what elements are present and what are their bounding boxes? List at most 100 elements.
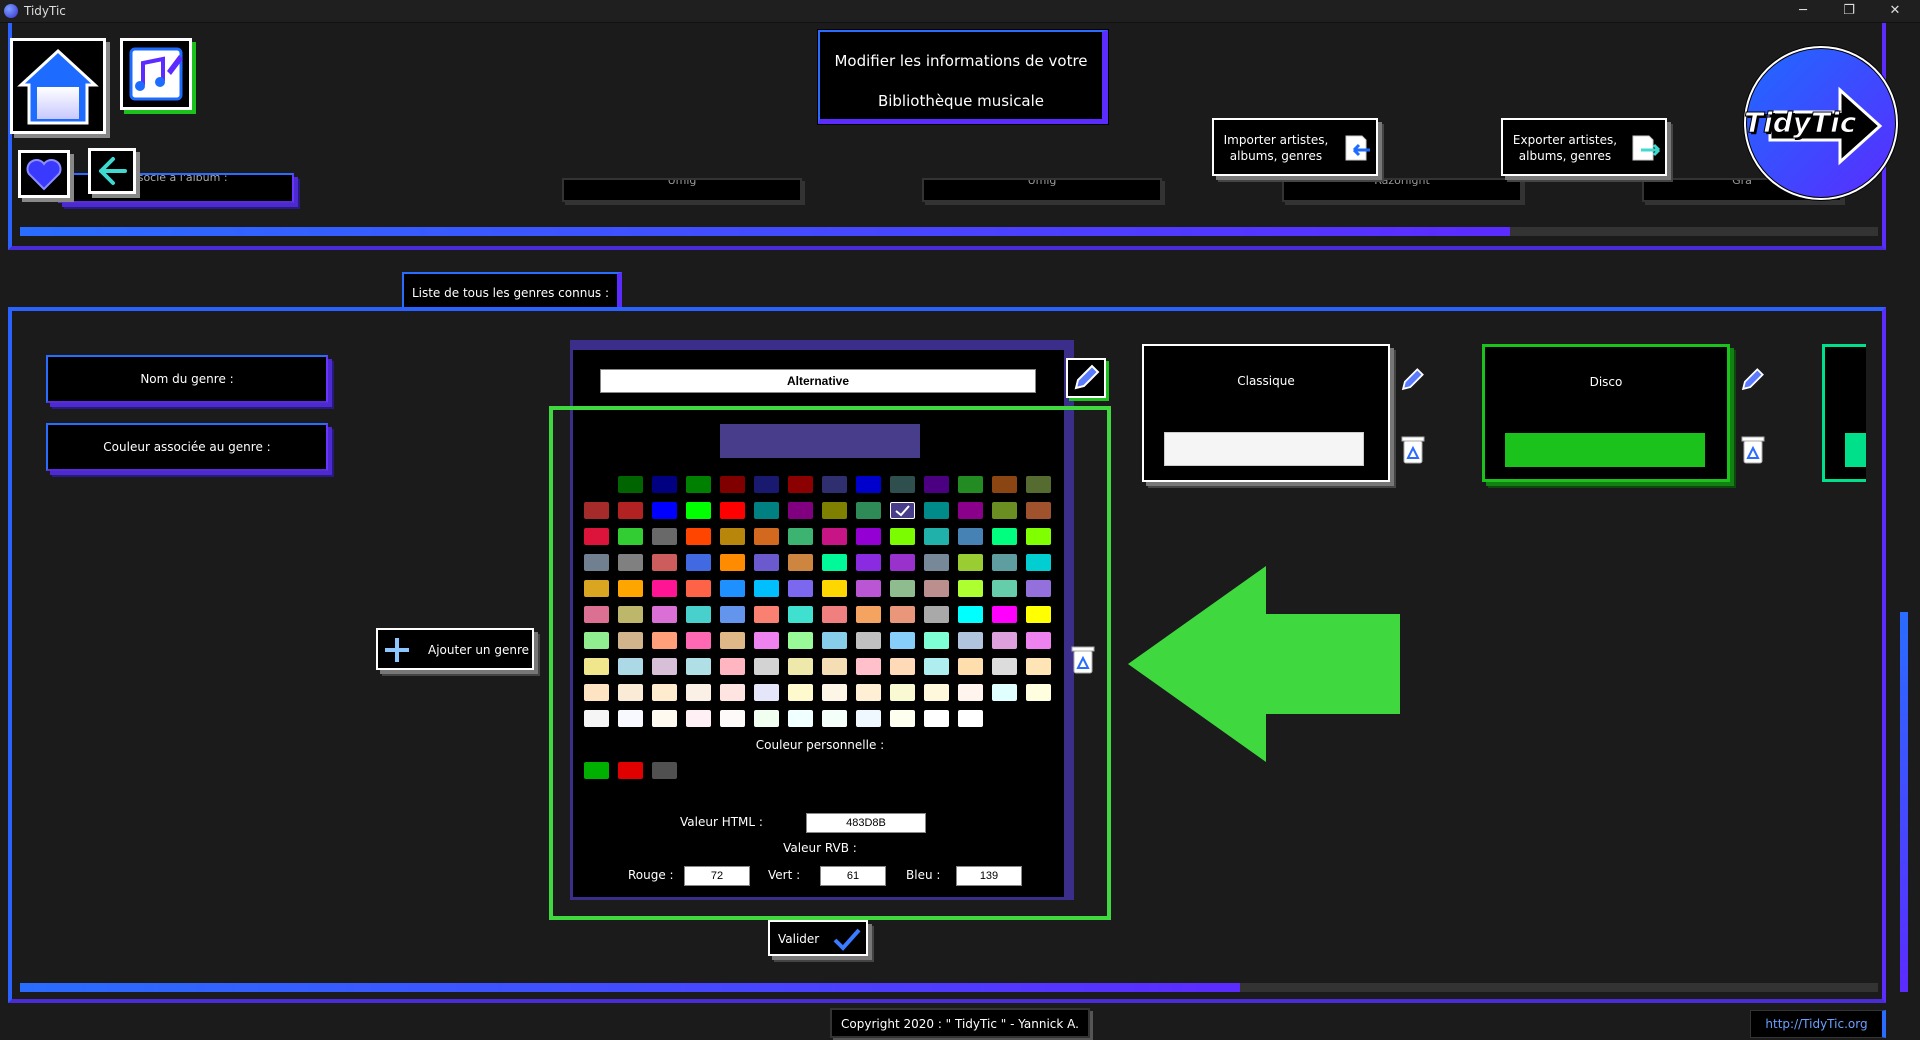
- palette-swatch[interactable]: [890, 554, 915, 571]
- palette-swatch[interactable]: [720, 554, 745, 571]
- palette-swatch[interactable]: [652, 580, 677, 597]
- palette-swatch[interactable]: [822, 528, 847, 545]
- back-button[interactable]: [88, 148, 136, 194]
- palette-swatch[interactable]: [958, 554, 983, 571]
- palette-swatch[interactable]: [1026, 528, 1051, 545]
- palette-swatch[interactable]: [754, 658, 779, 675]
- palette-swatch[interactable]: [584, 528, 609, 545]
- palette-swatch[interactable]: [652, 658, 677, 675]
- palette-swatch[interactable]: [924, 554, 949, 571]
- close-button[interactable]: ✕: [1872, 0, 1918, 23]
- palette-swatch[interactable]: [754, 528, 779, 545]
- palette-swatch[interactable]: [992, 502, 1017, 519]
- palette-swatch[interactable]: [890, 606, 915, 623]
- delete-genre-button[interactable]: [1068, 642, 1098, 676]
- palette-swatch[interactable]: [822, 476, 847, 493]
- scrollbar-thumb[interactable]: [20, 983, 1240, 992]
- palette-swatch[interactable]: [720, 528, 745, 545]
- palette-swatch[interactable]: [890, 632, 915, 649]
- vertical-scrollbar-thumb[interactable]: [1900, 612, 1908, 992]
- edit-genre-button[interactable]: [1396, 364, 1428, 396]
- palette-swatch[interactable]: [652, 684, 677, 701]
- palette-swatch[interactable]: [584, 502, 609, 519]
- palette-swatch[interactable]: [856, 684, 881, 701]
- palette-swatch[interactable]: [618, 476, 643, 493]
- edit-genre-button[interactable]: [1066, 358, 1106, 398]
- palette-swatch[interactable]: [618, 632, 643, 649]
- palette-swatch[interactable]: [788, 554, 813, 571]
- palette-swatch[interactable]: [890, 502, 915, 519]
- palette-swatch[interactable]: [958, 710, 983, 727]
- palette-swatch[interactable]: [1026, 658, 1051, 675]
- palette-swatch[interactable]: [720, 632, 745, 649]
- palette-swatch[interactable]: [686, 476, 711, 493]
- palette-swatch[interactable]: [652, 632, 677, 649]
- palette-swatch[interactable]: [618, 684, 643, 701]
- palette-swatch[interactable]: [958, 476, 983, 493]
- palette-swatch[interactable]: [720, 658, 745, 675]
- palette-swatch[interactable]: [890, 710, 915, 727]
- palette-swatch[interactable]: [1026, 476, 1051, 493]
- import-button[interactable]: Importer artistes, albums, genres: [1212, 118, 1378, 176]
- palette-swatch[interactable]: [686, 658, 711, 675]
- palette-swatch[interactable]: [958, 528, 983, 545]
- palette-swatch[interactable]: [618, 580, 643, 597]
- artist-card[interactable]: Umig: [562, 178, 802, 202]
- palette-swatch[interactable]: [992, 606, 1017, 623]
- export-button[interactable]: Exporter artistes, albums, genres: [1501, 118, 1667, 176]
- palette-swatch[interactable]: [720, 476, 745, 493]
- palette-swatch[interactable]: [686, 632, 711, 649]
- palette-swatch[interactable]: [924, 528, 949, 545]
- palette-swatch[interactable]: [686, 528, 711, 545]
- palette-swatch[interactable]: [822, 580, 847, 597]
- delete-genre-button[interactable]: [1738, 432, 1768, 466]
- artist-card[interactable]: Umig: [922, 178, 1162, 202]
- palette-swatch[interactable]: [584, 632, 609, 649]
- validate-button[interactable]: Valider: [768, 920, 868, 956]
- palette-swatch[interactable]: [754, 580, 779, 597]
- palette-swatch[interactable]: [788, 606, 813, 623]
- palette-swatch[interactable]: [958, 632, 983, 649]
- palette-swatch[interactable]: [652, 528, 677, 545]
- palette-swatch[interactable]: [788, 632, 813, 649]
- scrollbar-thumb[interactable]: [20, 227, 1510, 236]
- palette-swatch[interactable]: [1026, 606, 1051, 623]
- palette-swatch[interactable]: [754, 606, 779, 623]
- edit-genre-button[interactable]: [1736, 364, 1768, 396]
- blue-input[interactable]: [956, 866, 1022, 886]
- palette-swatch[interactable]: [754, 632, 779, 649]
- palette-swatch[interactable]: [890, 658, 915, 675]
- palette-swatch[interactable]: [686, 710, 711, 727]
- palette-swatch[interactable]: [618, 658, 643, 675]
- custom-color-swatch[interactable]: [584, 762, 609, 779]
- palette-swatch[interactable]: [924, 476, 949, 493]
- palette-swatch[interactable]: [992, 658, 1017, 675]
- palette-swatch[interactable]: [924, 710, 949, 727]
- palette-swatch[interactable]: [584, 658, 609, 675]
- palette-swatch[interactable]: [924, 684, 949, 701]
- palette-swatch[interactable]: [958, 658, 983, 675]
- genre-card-partial[interactable]: [1822, 344, 1866, 482]
- palette-swatch[interactable]: [822, 658, 847, 675]
- website-link-box[interactable]: http://TidyTic.org: [1750, 1010, 1886, 1038]
- palette-swatch[interactable]: [652, 710, 677, 727]
- palette-swatch[interactable]: [924, 580, 949, 597]
- palette-swatch[interactable]: [652, 476, 677, 493]
- palette-swatch[interactable]: [890, 580, 915, 597]
- palette-swatch[interactable]: [992, 580, 1017, 597]
- palette-swatch[interactable]: [890, 528, 915, 545]
- palette-swatch[interactable]: [856, 632, 881, 649]
- genre-card-disco[interactable]: Disco: [1482, 344, 1730, 482]
- palette-swatch[interactable]: [788, 580, 813, 597]
- palette-swatch[interactable]: [788, 684, 813, 701]
- palette-swatch[interactable]: [686, 580, 711, 597]
- palette-swatch[interactable]: [992, 528, 1017, 545]
- artist-card[interactable]: Razorlight: [1282, 178, 1522, 202]
- palette-swatch[interactable]: [992, 684, 1017, 701]
- palette-swatch[interactable]: [652, 502, 677, 519]
- palette-swatch[interactable]: [618, 710, 643, 727]
- genres-horizontal-scrollbar[interactable]: [20, 983, 1878, 992]
- palette-swatch[interactable]: [1026, 580, 1051, 597]
- palette-swatch[interactable]: [686, 606, 711, 623]
- palette-swatch[interactable]: [992, 554, 1017, 571]
